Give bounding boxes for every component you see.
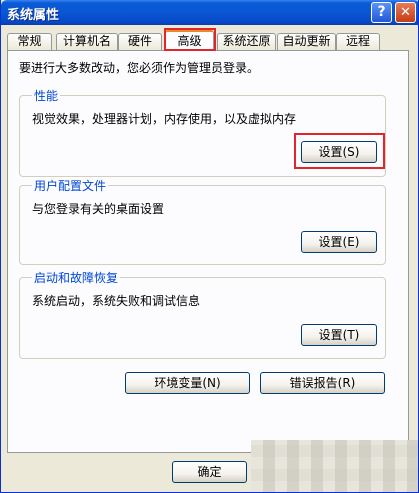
- startup-recovery-group-title: 启动和故障恢复: [32, 269, 121, 286]
- system-properties-window: 系统属性 ? ✕ 常规 计算机名 硬件 高级 系统还原 自动更新 远程 要进行大…: [0, 0, 419, 493]
- error-reporting-button[interactable]: 错误报告(R): [260, 372, 385, 394]
- tab-system-restore[interactable]: 系统还原: [217, 33, 276, 50]
- environment-variables-button[interactable]: 环境变量(N): [125, 372, 250, 394]
- startup-recovery-group: 启动和故障恢复 系统启动，系统失败和调试信息: [19, 269, 386, 359]
- tab-automatic-updates[interactable]: 自动更新: [277, 33, 336, 50]
- close-button[interactable]: ✕: [395, 2, 416, 23]
- admin-notice: 要进行大多数改动，您必须作为管理员登录。: [19, 61, 260, 75]
- startup-recovery-description: 系统启动，系统失败和调试信息: [32, 294, 201, 308]
- title-bar[interactable]: 系统属性 ? ✕: [1, 0, 418, 25]
- tab-highlight-box: [164, 28, 216, 51]
- help-button[interactable]: ?: [371, 2, 392, 23]
- performance-group-title: 性能: [32, 87, 61, 104]
- tab-general[interactable]: 常规: [7, 33, 52, 50]
- tab-hardware[interactable]: 硬件: [118, 33, 162, 50]
- startup-recovery-settings-button[interactable]: 设置(T): [301, 324, 377, 346]
- user-profiles-description: 与您登录有关的桌面设置: [32, 202, 165, 216]
- user-profiles-group-title: 用户配置文件: [32, 177, 109, 194]
- window-title: 系统属性: [7, 8, 60, 23]
- tab-computer-name[interactable]: 计算机名: [56, 33, 118, 50]
- user-profiles-settings-button[interactable]: 设置(E): [301, 231, 377, 253]
- ok-button[interactable]: 确定: [172, 461, 247, 483]
- tab-remote[interactable]: 远程: [336, 33, 380, 50]
- settings-highlight-box: [294, 133, 385, 169]
- performance-description: 视觉效果，处理器计划，内存使用，以及虚拟内存: [32, 112, 297, 126]
- pixelated-area: [251, 440, 418, 492]
- user-profiles-group: 用户配置文件 与您登录有关的桌面设置: [19, 177, 386, 265]
